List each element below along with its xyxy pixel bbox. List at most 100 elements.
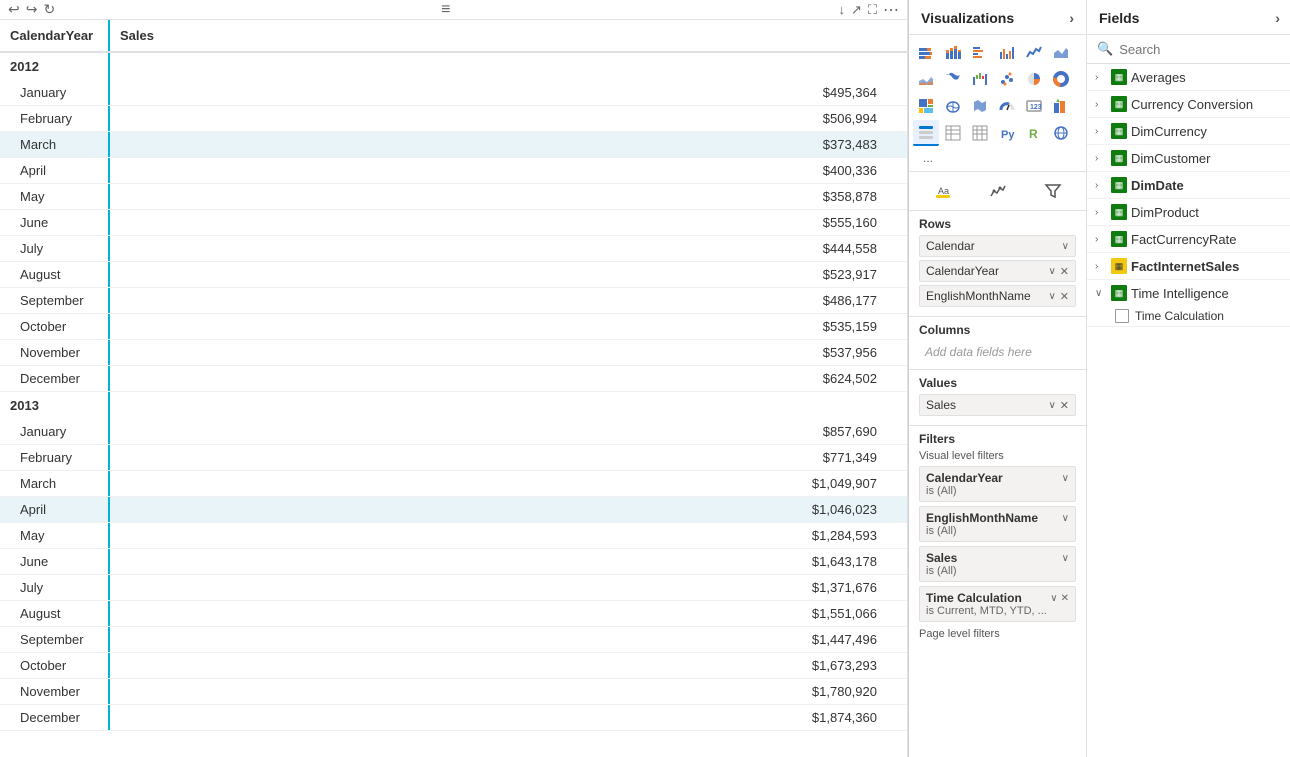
field-group-header-currency conversion[interactable]: › ▦ Currency Conversion bbox=[1087, 91, 1290, 117]
r-visual-icon[interactable]: R bbox=[1021, 120, 1047, 146]
area-chart-icon[interactable] bbox=[1048, 39, 1074, 65]
table-row[interactable]: November $1,780,920 bbox=[0, 679, 907, 705]
clustered-bar-icon[interactable] bbox=[967, 39, 993, 65]
fullscreen-icon[interactable]: ⛶ bbox=[868, 2, 877, 18]
pie-chart-icon[interactable] bbox=[1021, 66, 1047, 92]
table-row[interactable]: March $373,483 bbox=[0, 132, 907, 158]
table-visual-icon[interactable] bbox=[940, 120, 966, 146]
filters-label: Filters bbox=[919, 432, 1076, 446]
table-row[interactable]: February $771,349 bbox=[0, 445, 907, 471]
field-group-header-time intelligence[interactable]: ∨ ▦ Time Intelligence bbox=[1087, 280, 1290, 306]
sales-chevron[interactable]: ∨ bbox=[1048, 400, 1055, 411]
donut-chart-icon[interactable] bbox=[1048, 66, 1074, 92]
more-options-icon[interactable]: ⋯ bbox=[883, 0, 899, 20]
table-row[interactable]: April $1,046,023 bbox=[0, 497, 907, 523]
ribbon-chart-icon[interactable] bbox=[940, 66, 966, 92]
menu-icon[interactable]: ≡ bbox=[441, 1, 452, 19]
table-row[interactable]: October $535,159 bbox=[0, 314, 907, 340]
gauge-icon[interactable] bbox=[994, 93, 1020, 119]
calendar-pill[interactable]: Calendar ∨ bbox=[919, 235, 1076, 257]
waterfall-icon[interactable] bbox=[967, 66, 993, 92]
python-icon[interactable]: Py bbox=[994, 120, 1020, 146]
format-icon[interactable]: Aa bbox=[930, 178, 956, 204]
filter-sales-chevron[interactable]: ∨ bbox=[1062, 553, 1069, 564]
table-row[interactable]: December $1,874,360 bbox=[0, 705, 907, 731]
download-icon[interactable]: ↓ bbox=[838, 2, 845, 17]
field-checkbox[interactable] bbox=[1115, 309, 1129, 323]
table-row[interactable]: March $1,049,907 bbox=[0, 471, 907, 497]
table-type-icon: ▦ bbox=[1111, 177, 1127, 193]
filter-sales[interactable]: Sales ∨ is (All) bbox=[919, 546, 1076, 582]
expand-icon: › bbox=[1095, 207, 1107, 218]
table-row[interactable]: May $1,284,593 bbox=[0, 523, 907, 549]
table-row[interactable]: January $857,690 bbox=[0, 419, 907, 445]
filter-time-calculation[interactable]: Time Calculation ∨ ✕ is Current, MTD, YT… bbox=[919, 586, 1076, 622]
refresh-icon[interactable]: ↻ bbox=[43, 1, 55, 18]
sales-pill[interactable]: Sales ∨ ✕ bbox=[919, 394, 1076, 416]
external-link-icon[interactable]: ↗ bbox=[851, 2, 862, 18]
table-row[interactable]: September $1,447,496 bbox=[0, 627, 907, 653]
filter-calendar-year[interactable]: CalendarYear ∨ is (All) bbox=[919, 466, 1076, 502]
calendar-year-remove[interactable]: ✕ bbox=[1060, 265, 1069, 278]
search-input[interactable] bbox=[1119, 42, 1290, 57]
filter-time-calc-remove[interactable]: ✕ bbox=[1061, 593, 1069, 604]
field-group-header-factcurrencyrate[interactable]: › ▦ FactCurrencyRate bbox=[1087, 226, 1290, 252]
fields-expand-icon[interactable]: › bbox=[1275, 10, 1280, 26]
english-month-remove[interactable]: ✕ bbox=[1060, 290, 1069, 303]
more-visuals-btn[interactable]: ... bbox=[913, 147, 943, 169]
filled-map-icon[interactable] bbox=[967, 93, 993, 119]
globe-icon[interactable] bbox=[1048, 120, 1074, 146]
table-row[interactable]: June $555,160 bbox=[0, 210, 907, 236]
filter-english-month-chevron[interactable]: ∨ bbox=[1062, 513, 1069, 524]
table-row[interactable]: May $358,878 bbox=[0, 184, 907, 210]
english-month-chevron[interactable]: ∨ bbox=[1048, 291, 1055, 302]
table-row[interactable]: December $624,502 bbox=[0, 366, 907, 392]
filter-visual-icon[interactable] bbox=[1040, 178, 1066, 204]
field-group-header-dimcustomer[interactable]: › ▦ DimCustomer bbox=[1087, 145, 1290, 171]
analytics-icon[interactable] bbox=[985, 178, 1011, 204]
table-row[interactable]: August $523,917 bbox=[0, 262, 907, 288]
filter-english-month-name[interactable]: EnglishMonthName ∨ is (All) bbox=[919, 506, 1076, 542]
field-group-header-dimcurrency[interactable]: › ▦ DimCurrency bbox=[1087, 118, 1290, 144]
calendar-year-chevron[interactable]: ∨ bbox=[1048, 266, 1055, 277]
matrix-icon[interactable] bbox=[967, 120, 993, 146]
field-group-header-factinternetsales[interactable]: › ▦ FactInternetSales bbox=[1087, 253, 1290, 279]
table-type-icon: ▦ bbox=[1111, 96, 1127, 112]
field-group: › ▦ FactInternetSales bbox=[1087, 253, 1290, 280]
stacked-area-icon[interactable] bbox=[913, 66, 939, 92]
table-row[interactable]: February $506,994 bbox=[0, 106, 907, 132]
table-row[interactable]: July $444,558 bbox=[0, 236, 907, 262]
line-chart-icon[interactable] bbox=[1021, 39, 1047, 65]
english-month-name-pill[interactable]: EnglishMonthName ∨ ✕ bbox=[919, 285, 1076, 307]
redo-icon[interactable]: ↪ bbox=[26, 1, 38, 18]
field-group-header-dimproduct[interactable]: › ▦ DimProduct bbox=[1087, 199, 1290, 225]
scatter-chart-icon[interactable] bbox=[994, 66, 1020, 92]
undo-icon[interactable]: ↩ bbox=[8, 1, 20, 18]
table-row[interactable]: June $1,643,178 bbox=[0, 549, 907, 575]
filter-time-calc-chevron[interactable]: ∨ bbox=[1050, 593, 1057, 604]
field-item[interactable]: Time Calculation bbox=[1087, 306, 1290, 326]
table-row[interactable]: September $486,177 bbox=[0, 288, 907, 314]
clustered-column-icon[interactable] bbox=[994, 39, 1020, 65]
calendar-chevron[interactable]: ∨ bbox=[1062, 241, 1069, 252]
table-row[interactable]: July $1,371,676 bbox=[0, 575, 907, 601]
table-row[interactable]: November $537,956 bbox=[0, 340, 907, 366]
calendar-year-pill[interactable]: CalendarYear ∨ ✕ bbox=[919, 260, 1076, 282]
treemap-icon[interactable] bbox=[913, 93, 939, 119]
viz-expand-icon[interactable]: › bbox=[1069, 10, 1074, 26]
field-group-header-dimdate[interactable]: › ▦ DimDate bbox=[1087, 172, 1290, 198]
filter-calendar-year-chevron[interactable]: ∨ bbox=[1062, 473, 1069, 484]
slicer-icon[interactable] bbox=[913, 120, 939, 146]
kpi-icon[interactable]: ▲ bbox=[1048, 93, 1074, 119]
table-row[interactable]: August $1,551,066 bbox=[0, 601, 907, 627]
map-icon[interactable] bbox=[940, 93, 966, 119]
sales-remove[interactable]: ✕ bbox=[1060, 399, 1069, 412]
card-icon[interactable]: 123 bbox=[1021, 93, 1047, 119]
field-group-header-averages[interactable]: › ▦ Averages bbox=[1087, 64, 1290, 90]
table-row[interactable]: October $1,673,293 bbox=[0, 653, 907, 679]
stacked-column-chart-icon[interactable] bbox=[940, 39, 966, 65]
sales-cell: $1,447,496 bbox=[110, 627, 907, 652]
table-row[interactable]: January $495,364 bbox=[0, 80, 907, 106]
table-row[interactable]: April $400,336 bbox=[0, 158, 907, 184]
stacked-bar-chart-icon[interactable] bbox=[913, 39, 939, 65]
